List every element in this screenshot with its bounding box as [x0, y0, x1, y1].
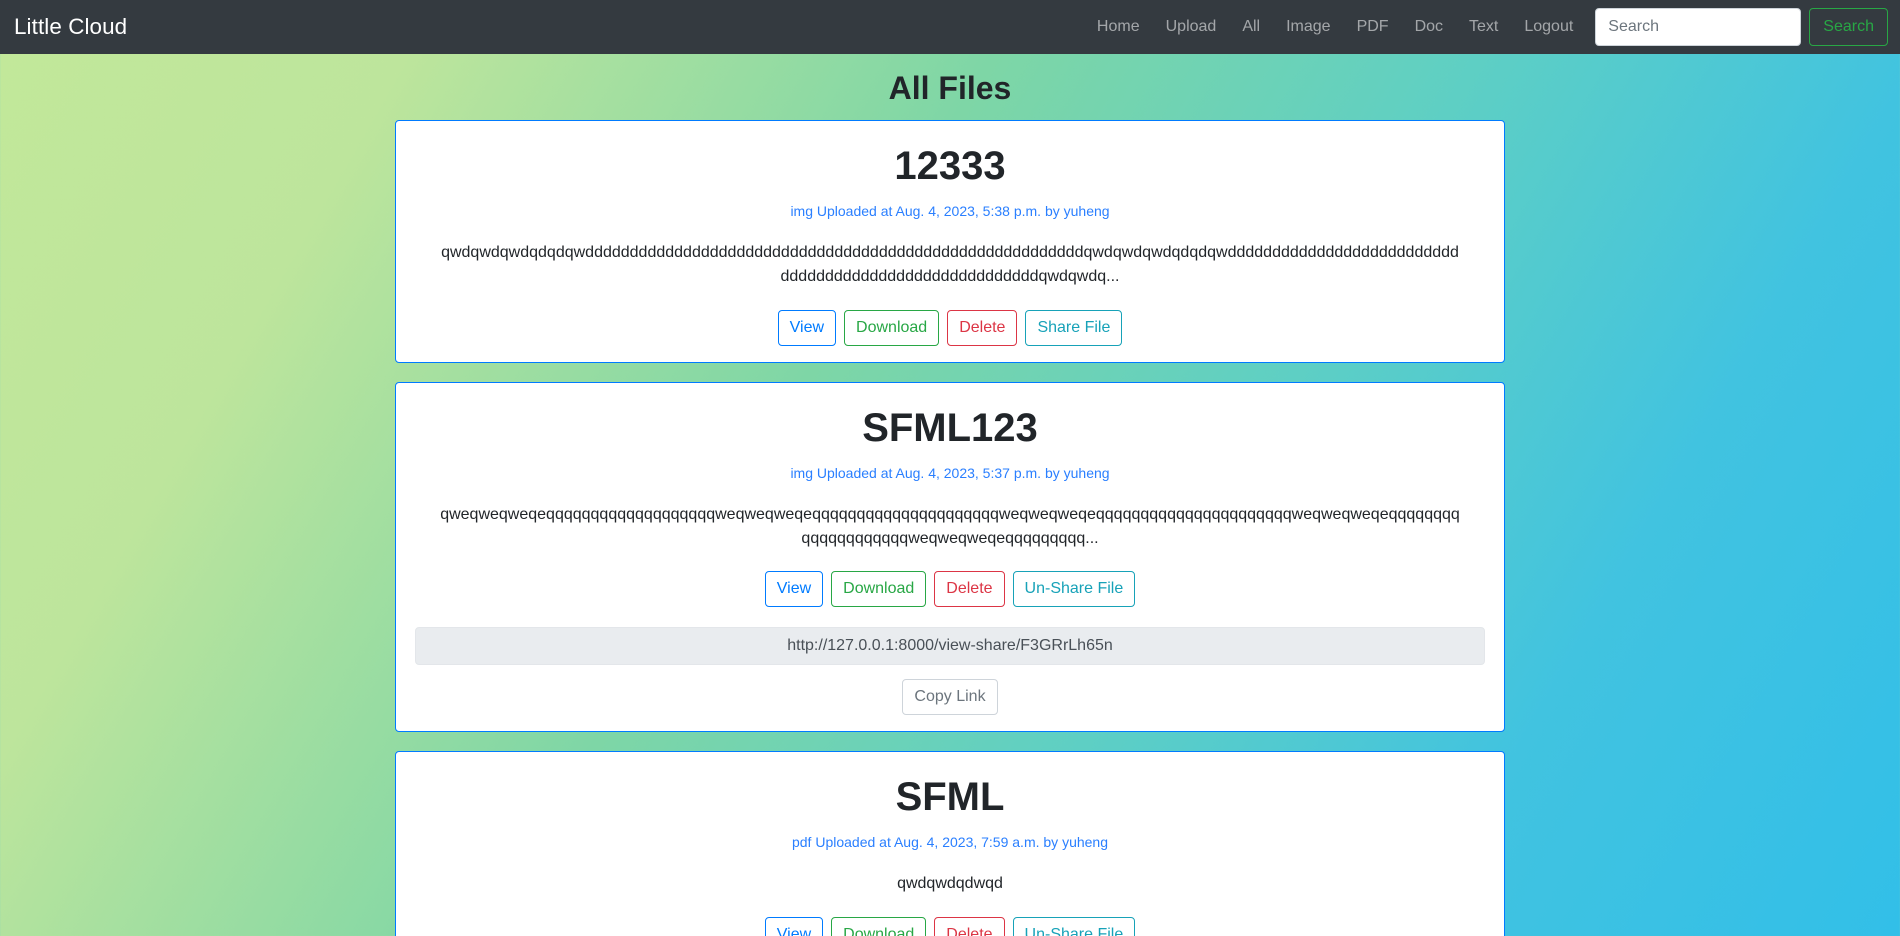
- download-button[interactable]: Download: [831, 571, 927, 608]
- brand-logo[interactable]: Little Cloud: [14, 14, 127, 40]
- file-card: 12333 img Uploaded at Aug. 4, 2023, 5:38…: [395, 120, 1505, 363]
- download-button[interactable]: Download: [844, 309, 940, 346]
- file-card: SFML pdf Uploaded at Aug. 4, 2023, 7:59 …: [395, 751, 1505, 936]
- file-title: SFML: [895, 775, 1005, 820]
- page-title: All Files: [888, 70, 1012, 106]
- file-description: qweqweqweqeqqqqqqqqqqqqqqqqqqqweqweqweqe…: [440, 505, 1460, 547]
- file-action-row: View Download Delete Share File: [415, 309, 1485, 346]
- un-share-file-button[interactable]: Un-Share File: [1012, 916, 1136, 936]
- nav-link-pdf[interactable]: PDF: [1344, 10, 1402, 44]
- file-list: 12333 img Uploaded at Aug. 4, 2023, 5:38…: [395, 120, 1505, 936]
- nav-link-image[interactable]: Image: [1273, 10, 1343, 44]
- view-button[interactable]: View: [777, 309, 837, 346]
- file-action-row: View Download Delete Un-Share File: [415, 571, 1485, 608]
- download-button[interactable]: Download: [831, 916, 927, 936]
- file-description: qwdqwdqwdqdqdqwddddddddddddddddddddddddd…: [441, 244, 1459, 286]
- search-button[interactable]: Search: [1809, 8, 1888, 46]
- delete-button[interactable]: Delete: [934, 916, 1005, 936]
- file-meta-link[interactable]: img Uploaded at Aug. 4, 2023, 5:38 p.m. …: [415, 203, 1485, 219]
- file-meta-link[interactable]: pdf Uploaded at Aug. 4, 2023, 7:59 a.m. …: [415, 834, 1485, 850]
- nav-link-all[interactable]: All: [1229, 10, 1273, 44]
- copy-link-row: Copy Link: [415, 679, 1485, 716]
- delete-button[interactable]: Delete: [947, 309, 1018, 346]
- nav-link-home[interactable]: Home: [1084, 10, 1153, 44]
- file-title: 12333: [894, 144, 1006, 188]
- file-action-row: View Download Delete Un-Share File: [415, 916, 1485, 936]
- search-form: Search: [1595, 8, 1888, 46]
- top-navbar: Little Cloud Home Upload All Image PDF D…: [0, 0, 1900, 54]
- file-description: qwdqwdqdwqd: [897, 875, 1003, 893]
- file-card: SFML123 img Uploaded at Aug. 4, 2023, 5:…: [395, 381, 1505, 733]
- nav-link-upload[interactable]: Upload: [1153, 10, 1230, 44]
- un-share-file-button[interactable]: Un-Share File: [1012, 571, 1136, 608]
- nav-link-doc[interactable]: Doc: [1402, 10, 1456, 44]
- delete-button[interactable]: Delete: [934, 571, 1005, 608]
- copy-link-button[interactable]: Copy Link: [902, 679, 998, 716]
- share-file-button[interactable]: Share File: [1025, 309, 1123, 346]
- view-button[interactable]: View: [764, 571, 824, 608]
- share-link-box[interactable]: http://127.0.0.1:8000/view-share/F3GRrLh…: [415, 627, 1485, 666]
- nav-links: Home Upload All Image PDF Doc Text Logou…: [1084, 10, 1586, 44]
- nav-link-logout[interactable]: Logout: [1511, 10, 1586, 44]
- nav-link-text[interactable]: Text: [1456, 10, 1511, 44]
- view-button[interactable]: View: [764, 916, 824, 936]
- file-meta-link[interactable]: img Uploaded at Aug. 4, 2023, 5:37 p.m. …: [415, 465, 1485, 481]
- search-input[interactable]: [1595, 8, 1802, 46]
- file-title: SFML123: [862, 405, 1038, 450]
